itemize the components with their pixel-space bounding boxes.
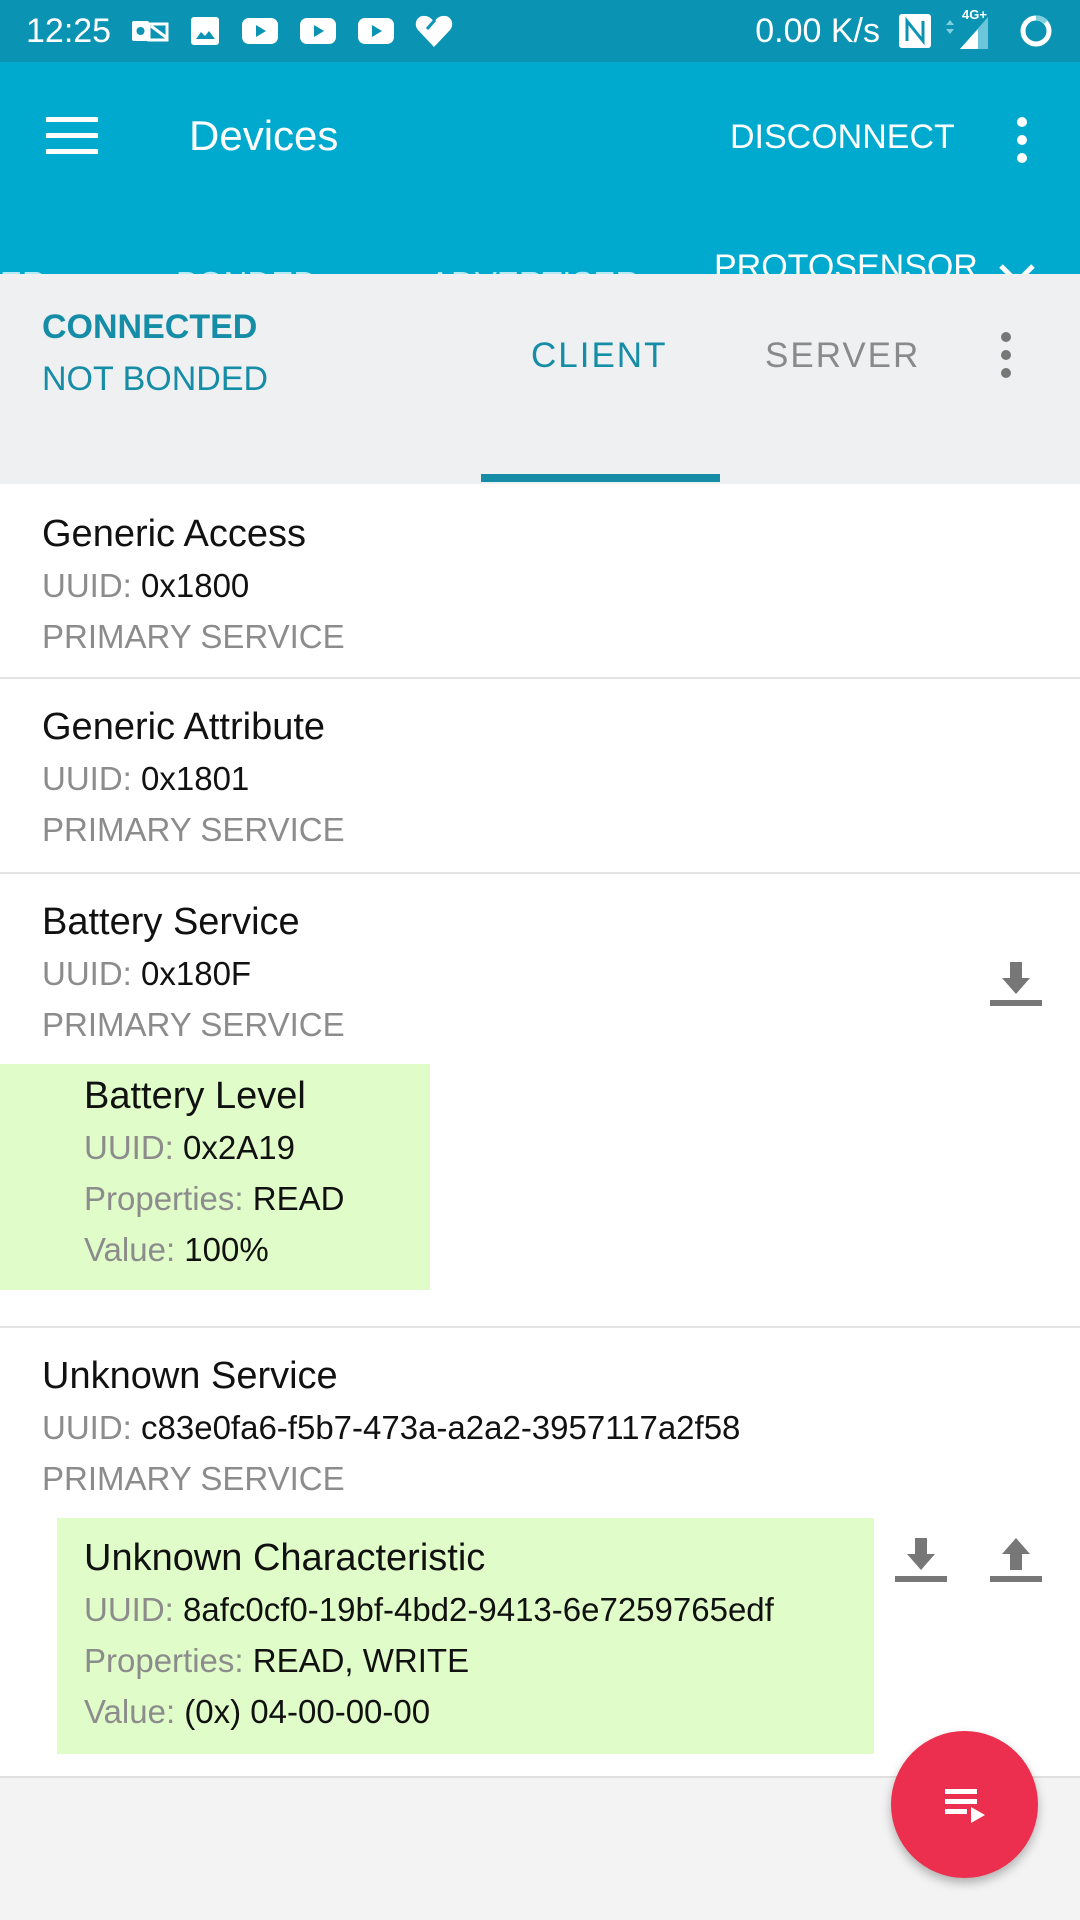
nfc-icon [898,13,932,49]
characteristic-name: Unknown Characteristic [84,1537,486,1579]
service-uuid: UUID: 0x180F [42,955,252,992]
write-upload-icon[interactable] [988,1534,1044,1590]
characteristic-name: Battery Level [84,1075,306,1117]
more-vert-icon[interactable] [1010,117,1034,167]
client-tab-indicator [481,474,720,482]
health-heart-icon [415,14,453,48]
characteristic-item[interactable]: Unknown Characteristic UUID: 8afc0cf0-19… [57,1518,874,1754]
characteristic-item[interactable]: Battery Level UUID: 0x2A19 Properties: R… [0,1064,430,1290]
service-type: PRIMARY SERVICE [42,1006,345,1043]
service-name: Generic Attribute [42,706,326,748]
service-name: Unknown Service [42,1355,338,1397]
service-item[interactable]: Battery Service UUID: 0x180F PRIMARY SER… [0,874,1080,1328]
status-right: 0.00 K/s 4G+ [755,7,1054,51]
page-title: Devices [189,112,339,159]
characteristic-properties: Properties: READ [84,1180,345,1217]
app-bar: Devices DISCONNECT ER BONDED ADVERTISER … [0,62,1080,336]
characteristic-value: Value: (0x) 04-00-00-00 [84,1693,431,1730]
signal-icon: 4G+ [944,7,998,51]
app-screen: 12:25 0.00 K/s 4G+ Devices DISCONNECT PR… [0,0,1080,1920]
read-download-icon[interactable] [893,1534,949,1590]
status-bar: 12:25 0.00 K/s 4G+ [0,0,1080,62]
service-item[interactable]: Unknown Service UUID: c83e0fa6-f5b7-473a… [0,1328,1080,1778]
tab-server[interactable]: SERVER [765,336,920,376]
service-type: PRIMARY SERVICE [42,618,345,655]
hamburger-menu-icon[interactable] [46,117,98,157]
gallery-icon [189,15,221,47]
service-name: Battery Service [42,901,300,943]
tab-client[interactable]: CLIENT [531,336,667,376]
playlist-play-icon [944,1788,985,1823]
outlook-icon [131,16,169,46]
net-speed: 0.00 K/s [755,11,880,50]
service-uuid: UUID: 0x1801 [42,760,250,797]
characteristic-uuid: UUID: 0x2A19 [84,1129,295,1166]
characteristic-properties: Properties: READ, WRITE [84,1642,470,1679]
battery-ring-icon [1018,13,1054,49]
more-vert-icon[interactable] [996,332,1016,382]
network-type-label: 4G+ [962,7,987,22]
service-name: Generic Access [42,513,306,555]
service-item[interactable]: Generic Attribute UUID: 0x1801 PRIMARY S… [0,679,1080,874]
connection-bar: CONNECTED NOT BONDED CLIENT SERVER [0,274,1080,484]
service-uuid: UUID: c83e0fa6-f5b7-473a-a2a2-3957117a2f… [42,1409,741,1446]
bond-status: NOT BONDED [42,360,269,398]
youtube-icon [357,17,395,45]
service-uuid: UUID: 0x1800 [42,567,250,604]
status-time: 12:25 [26,11,112,50]
read-download-icon[interactable] [988,958,1044,1014]
service-type: PRIMARY SERVICE [42,1460,345,1497]
log-fab-button[interactable] [891,1731,1038,1878]
youtube-icon [299,17,337,45]
characteristic-value: Value: 100% [84,1231,269,1268]
service-item[interactable]: Generic Access UUID: 0x1800 PRIMARY SERV… [0,484,1080,679]
connection-status: CONNECTED [42,308,258,346]
youtube-icon [241,17,279,45]
disconnect-button[interactable]: DISCONNECT [730,118,955,157]
characteristic-uuid: UUID: 8afc0cf0-19bf-4bd2-9413-6e7259765e… [84,1591,774,1628]
services-list: Generic Access UUID: 0x1800 PRIMARY SERV… [0,484,1080,1778]
service-type: PRIMARY SERVICE [42,811,345,848]
